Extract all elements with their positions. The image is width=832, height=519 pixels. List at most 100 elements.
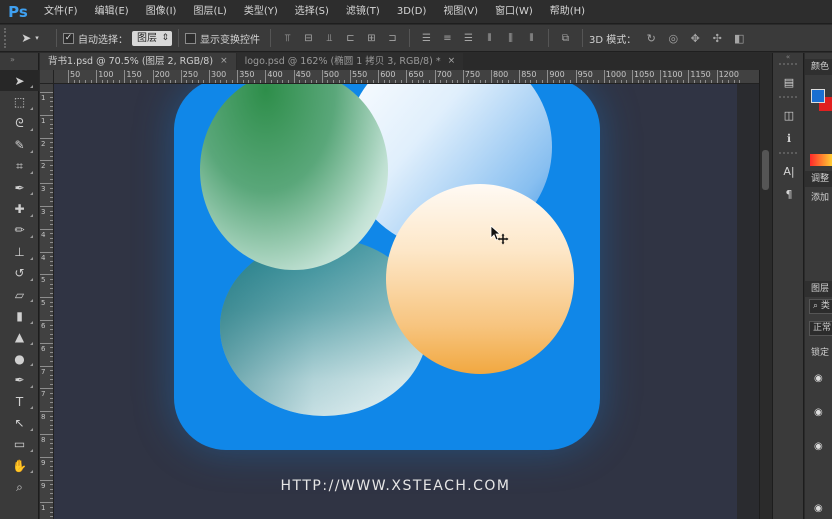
- color-panel-tab[interactable]: 颜色: [805, 59, 832, 75]
- distribute-bottom-icon[interactable]: ☰: [462, 31, 475, 45]
- menu-image[interactable]: 图像(I): [138, 0, 186, 24]
- ruler-minor-tick: [50, 333, 53, 335]
- slide-3d-icon[interactable]: ✣: [710, 31, 724, 45]
- blend-mode-dropdown[interactable]: 正常: [809, 321, 832, 336]
- type-tool-button[interactable]: T: [0, 391, 39, 412]
- brush-tool-button[interactable]: ✏: [0, 220, 39, 241]
- history-panel-icon[interactable]: ▤: [773, 71, 805, 94]
- menu-filter[interactable]: 滤镜(T): [338, 0, 389, 24]
- crop-tool-button[interactable]: ⌗: [0, 156, 39, 177]
- layers-panel-tab[interactable]: 图层: [805, 281, 832, 297]
- ruler-minor-tick: [50, 288, 53, 290]
- layer-visibility-eye-icon[interactable]: ◉: [814, 373, 828, 384]
- layer-filter-kind[interactable]: ⌕ 类: [809, 299, 832, 314]
- photoshop-logo[interactable]: Ps: [0, 0, 36, 24]
- ruler-minor-tick: [592, 80, 594, 83]
- document-tab-inactive[interactable]: logo.psd @ 162% (椭圆 1 拷贝 3, RGB/8) * ×: [236, 53, 464, 70]
- menu-3d[interactable]: 3D(D): [389, 0, 436, 24]
- menu-help[interactable]: 帮助(H): [542, 0, 594, 24]
- ruler-minor-tick: [50, 224, 53, 226]
- menu-type[interactable]: 类型(Y): [236, 0, 287, 24]
- dock-grip: [779, 96, 797, 102]
- ruler-minor-tick: [158, 80, 160, 83]
- canvas-area[interactable]: HTTP://WWW.XSTEACH.COM: [54, 84, 759, 519]
- distribute-top-icon[interactable]: ☰: [420, 31, 433, 45]
- paragraph-panel-icon[interactable]: ¶: [773, 183, 805, 206]
- align-top-icon[interactable]: ⫪: [281, 31, 294, 45]
- distribute-right-icon[interactable]: ⦀: [525, 31, 538, 45]
- toolbox-collapse-icon[interactable]: »: [0, 53, 38, 70]
- color-ramp[interactable]: [810, 154, 832, 166]
- ruler-tick: [180, 70, 182, 83]
- gradient-icon: ▮: [16, 308, 23, 323]
- healing-brush-tool-button[interactable]: ✚: [0, 198, 39, 219]
- history-brush-tool-button[interactable]: ↺: [0, 263, 39, 284]
- rotate-3d-icon[interactable]: ↻: [644, 31, 658, 45]
- zoom-tool-button[interactable]: ⌕: [0, 476, 39, 497]
- drag-3d-icon[interactable]: ✥: [688, 31, 702, 45]
- ruler-minor-tick: [50, 119, 53, 121]
- ruler-tick-label: 400: [267, 70, 283, 79]
- lasso-tool-button[interactable]: ᘓ: [0, 113, 39, 134]
- ruler-minor-tick: [50, 511, 53, 513]
- move-tool-button[interactable]: ➤: [0, 70, 39, 92]
- menu-layer[interactable]: 图层(L): [185, 0, 235, 24]
- dock-collapse-icon[interactable]: «: [773, 53, 803, 61]
- align-hcenter-icon[interactable]: ⊞: [365, 31, 378, 45]
- distribute-vcenter-icon[interactable]: ≡: [441, 31, 454, 45]
- auto-select-target-dropdown[interactable]: 图层: [132, 30, 172, 46]
- horizontal-ruler[interactable]: 50 100 150 200 250 300 350 400 450 500 550 600 650 70…: [54, 70, 759, 84]
- distribute-left-icon[interactable]: ⦀: [483, 31, 496, 45]
- dodge-tool-button[interactable]: ●: [0, 348, 39, 369]
- document-canvas[interactable]: HTTP://WWW.XSTEACH.COM: [54, 84, 737, 519]
- align-bottom-icon[interactable]: ⫫: [323, 31, 336, 45]
- roll-3d-icon[interactable]: ◎: [666, 31, 680, 45]
- vertical-scrollbar[interactable]: [759, 70, 771, 519]
- menu-select[interactable]: 选择(S): [287, 0, 338, 24]
- quick-select-tool-button[interactable]: ✎: [0, 134, 39, 155]
- tool-preset-picker[interactable]: ➤ ▾: [10, 31, 50, 45]
- ruler-tick: [40, 342, 53, 344]
- eyedropper-tool-button[interactable]: ✒: [0, 177, 39, 198]
- dock-grip: [779, 152, 797, 158]
- gradient-tool-button[interactable]: ▮: [0, 305, 39, 326]
- layer-visibility-eye-icon[interactable]: ◉: [814, 441, 828, 452]
- scrollbar-thumb[interactable]: [762, 150, 769, 190]
- close-icon[interactable]: ×: [448, 53, 456, 70]
- foreground-color-swatch[interactable]: [811, 89, 825, 103]
- ruler-origin[interactable]: [40, 70, 54, 84]
- path-select-tool-button[interactable]: ↖: [0, 412, 39, 433]
- ruler-tick-label: 450: [295, 70, 311, 79]
- show-transform-checkbox[interactable]: [185, 32, 196, 44]
- rectangle-tool-button[interactable]: ▭: [0, 434, 39, 455]
- document-tab-active[interactable]: 背书1.psd @ 70.5% (图层 2, RGB/8) ×: [40, 53, 236, 70]
- character-panel-icon[interactable]: A|: [773, 160, 805, 183]
- adjustments-panel-tab[interactable]: 调整: [805, 171, 832, 187]
- pen-tool-button[interactable]: ✒: [0, 369, 39, 390]
- align-vcenter-icon[interactable]: ⊟: [302, 31, 315, 45]
- scale-3d-icon[interactable]: ◧: [732, 31, 746, 45]
- marquee-tool-button[interactable]: ⬚: [0, 91, 39, 112]
- layer-visibility-eye-icon[interactable]: ◉: [814, 407, 828, 418]
- menu-view[interactable]: 视图(V): [435, 0, 487, 24]
- close-icon[interactable]: ×: [220, 53, 228, 70]
- auto-align-icon[interactable]: ⧉: [559, 31, 572, 45]
- ruler-minor-tick: [50, 338, 53, 340]
- menu-file[interactable]: 文件(F): [36, 0, 87, 24]
- menu-edit[interactable]: 编辑(E): [87, 0, 138, 24]
- eraser-tool-button[interactable]: ▱: [0, 284, 39, 305]
- auto-select-checkbox[interactable]: ✓: [63, 32, 74, 44]
- blur-tool-button[interactable]: ▲: [0, 327, 39, 348]
- menu-window[interactable]: 窗口(W): [487, 0, 542, 24]
- info-icon[interactable]: ℹ: [773, 127, 805, 150]
- distribute-hcenter-icon[interactable]: ⫼: [504, 31, 517, 45]
- ruler-tick-label: 100: [98, 70, 114, 79]
- ruler-minor-tick: [50, 178, 53, 180]
- hand-tool-button[interactable]: ✋: [0, 455, 39, 476]
- properties-panel-icon[interactable]: ◫: [773, 104, 805, 127]
- align-left-icon[interactable]: ⊏: [344, 31, 357, 45]
- clone-stamp-tool-button[interactable]: ⊥: [0, 241, 39, 262]
- align-right-icon[interactable]: ⊐: [386, 31, 399, 45]
- vertical-ruler[interactable]: 1 1 2 2 3 3 4 4 5 5 6 6 7 7 8 8 9 9 1: [40, 84, 54, 519]
- layer-visibility-eye-icon[interactable]: ◉: [814, 503, 828, 514]
